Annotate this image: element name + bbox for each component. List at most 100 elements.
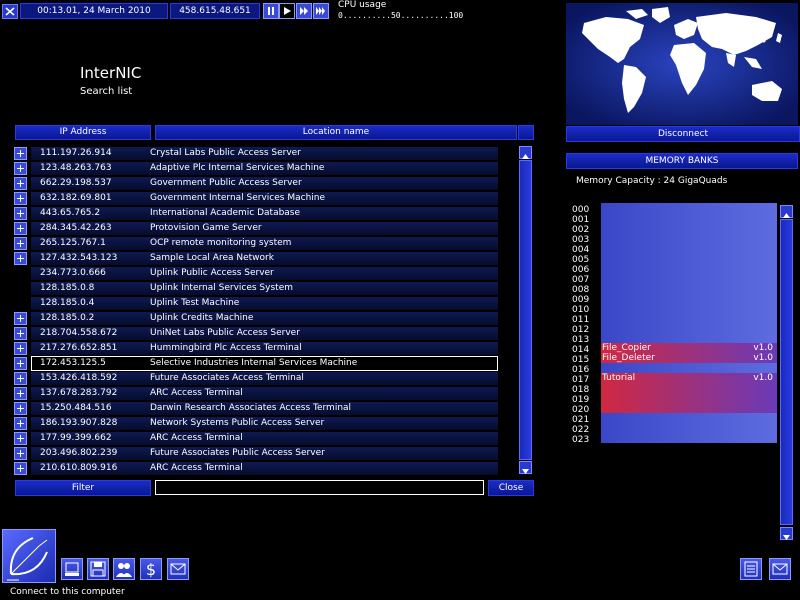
memory-slot-number: 011 (572, 315, 590, 325)
add-bookmark-icon[interactable] (14, 357, 27, 370)
memory-scroll-thumb[interactable] (780, 219, 793, 525)
add-bookmark-icon[interactable] (14, 432, 27, 445)
server-row[interactable]: 632.182.69.801 Government Internal Servic… (14, 191, 498, 206)
add-bookmark-icon[interactable] (14, 327, 27, 340)
ip-address-column-header[interactable]: IP Address (15, 125, 151, 140)
server-ip: 186.193.907.828 (40, 418, 118, 428)
server-ip: 217.276.652.851 (40, 343, 118, 353)
disk-button[interactable] (87, 558, 109, 580)
server-row[interactable]: 15.250.484.516 Darwin Research Associates… (14, 401, 498, 416)
server-row[interactable]: 128.185.0.4 Uplink Test Machine (14, 296, 498, 311)
finance-button[interactable]: $ (140, 558, 162, 580)
memory-file[interactable]: File_Copier v1.0 (601, 343, 777, 353)
memory-slot-number: 000 (572, 205, 590, 215)
server-row[interactable]: 186.193.907.828 Network Systems Public Ac… (14, 416, 498, 431)
satellite-dish-button[interactable] (2, 529, 56, 583)
close-game-button[interactable] (2, 4, 18, 19)
server-ip: 203.496.802.239 (40, 448, 118, 458)
server-row[interactable]: 177.99.399.662 ARC Access Terminal (14, 431, 498, 446)
server-row[interactable]: 127.432.543.123 Sample Local Area Network (14, 251, 498, 266)
add-bookmark-icon[interactable] (14, 252, 27, 265)
pause-button[interactable] (263, 3, 279, 19)
list-scroll-thumb[interactable] (519, 160, 532, 460)
play-button[interactable] (279, 3, 295, 19)
server-row[interactable]: 111.197.26.914 Crystal Labs Public Access… (14, 146, 498, 161)
server-row[interactable]: 128.185.0.8 Uplink Internal Services Syst… (14, 281, 498, 296)
add-bookmark-icon[interactable] (14, 312, 27, 325)
fast-forward-icon (300, 7, 308, 15)
server-location: Government Public Access Server (150, 178, 302, 188)
notes-button[interactable] (740, 558, 762, 580)
memory-slot-number: 002 (572, 225, 590, 235)
server-row[interactable]: 217.276.652.851 Hummingbird Plc Access Te… (14, 341, 498, 356)
list-scroll-down-button[interactable] (519, 461, 532, 474)
server-row[interactable]: 128.185.0.2 Uplink Credits Machine (14, 311, 498, 326)
email-button[interactable] (769, 558, 791, 580)
list-scroll-up-button[interactable] (519, 146, 532, 159)
computer-button[interactable] (61, 558, 83, 580)
mail-button[interactable] (167, 558, 189, 580)
server-ip: 218.704.558.672 (40, 328, 118, 338)
memory-slot-number: 001 (572, 215, 590, 225)
server-row[interactable]: 137.678.283.792 ARC Access Terminal (14, 386, 498, 401)
status-text: Connect to this computer (10, 587, 125, 597)
server-row[interactable]: 153.426.418.592 Future Associates Access … (14, 371, 498, 386)
server-row[interactable]: 218.704.558.672 UniNet Labs Public Access… (14, 326, 498, 341)
add-bookmark-icon[interactable] (14, 192, 27, 205)
server-row[interactable]: 210.610.809.916 ARC Access Terminal (14, 461, 498, 476)
memory-slot-number: 009 (572, 295, 590, 305)
server-row[interactable]: 203.496.802.239 Future Associates Public … (14, 446, 498, 461)
add-bookmark-icon[interactable] (14, 207, 27, 220)
server-row[interactable]: 662.29.198.537 Government Public Access S… (14, 176, 498, 191)
memory-slot-number: 023 (572, 435, 590, 445)
server-ip: 15.250.484.516 (40, 403, 112, 413)
memory-scroll-down-button[interactable] (780, 527, 793, 540)
faster-forward-button[interactable] (313, 3, 329, 19)
memory-file[interactable]: File_Deleter v1.0 (601, 353, 777, 363)
filter-input[interactable] (155, 480, 484, 495)
filter-button[interactable]: Filter (15, 480, 151, 496)
add-bookmark-icon[interactable] (14, 342, 27, 355)
add-bookmark-icon[interactable] (14, 147, 27, 160)
memory-file-name: File_Deleter (602, 353, 655, 363)
memory-slot-number: 005 (572, 255, 590, 265)
server-row[interactable]: 265.125.767.1 OCP remote monitoring syste… (14, 236, 498, 251)
add-bookmark-icon[interactable] (14, 462, 27, 475)
server-row[interactable]: 443.65.765.2 International Academic Datab… (14, 206, 498, 221)
memory-scroll-up-button[interactable] (780, 205, 793, 218)
add-bookmark-icon[interactable] (14, 417, 27, 430)
memory-file-name: File_Copier (602, 343, 651, 353)
add-bookmark-icon[interactable] (14, 222, 27, 235)
add-bookmark-icon[interactable] (14, 162, 27, 175)
close-icon (5, 7, 15, 16)
memory-file-name: Tutorial (602, 373, 636, 383)
server-location: Government Internal Services Machine (150, 193, 326, 203)
add-bookmark-icon[interactable] (14, 177, 27, 190)
server-row[interactable]: 284.345.42.263 Protovision Game Server (14, 221, 498, 236)
notes-icon (744, 561, 758, 577)
server-ip: 210.610.809.916 (40, 463, 118, 473)
server-ip: 177.99.399.662 (40, 433, 112, 443)
email-icon (772, 563, 788, 575)
add-bookmark-icon[interactable] (14, 447, 27, 460)
server-row[interactable]: 123.48.263.763 Adaptive Plc Internal Serv… (14, 161, 498, 176)
server-location: Future Associates Access Terminal (150, 373, 304, 383)
server-ip: 128.185.0.4 (40, 298, 95, 308)
fast-forward-button[interactable] (296, 3, 312, 19)
location-name-column-header[interactable]: Location name (155, 125, 517, 140)
dollar-icon: $ (146, 560, 156, 579)
server-ip: 123.48.263.763 (40, 163, 112, 173)
add-bookmark-icon[interactable] (14, 402, 27, 415)
server-row[interactable]: 172.453.125.5 Selective Industries Intern… (14, 356, 498, 371)
people-button[interactable] (113, 558, 135, 580)
header-corner (518, 125, 534, 140)
disconnect-button[interactable]: Disconnect (566, 126, 800, 142)
datetime-display: 00:13.01, 24 March 2010 (20, 3, 168, 19)
memory-file[interactable]: Tutorial v1.0 (601, 373, 777, 413)
server-row[interactable]: 234.773.0.666 Uplink Public Access Server (14, 266, 498, 281)
add-bookmark-icon[interactable] (14, 372, 27, 385)
add-bookmark-icon[interactable] (14, 237, 27, 250)
world-map[interactable] (566, 3, 798, 125)
close-button[interactable]: Close (488, 480, 534, 496)
add-bookmark-icon[interactable] (14, 387, 27, 400)
